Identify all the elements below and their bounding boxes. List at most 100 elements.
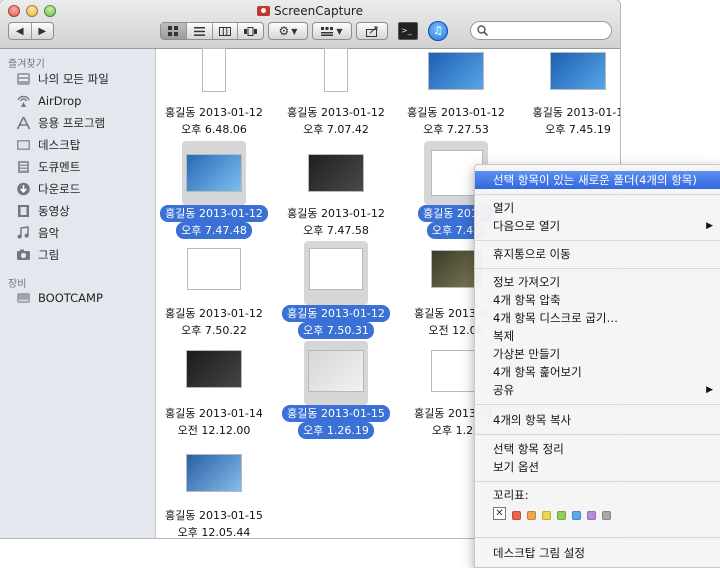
sidebar-item-bootcamp[interactable]: BOOTCAMP [16,288,103,308]
context-menu: 선택 항목이 있는 새로운 폴더(4개의 항목) 열기 다음으로 열기 ▶ 휴지통… [474,164,720,568]
menu-separator [475,537,720,538]
tag-blue[interactable] [572,511,581,520]
coverflow-view-icon [244,26,258,36]
chevron-down-icon: ▼ [291,26,298,36]
menu-item-get-info[interactable]: 정보 가져오기 [475,273,720,291]
terminal-app-icon[interactable]: >_ [398,22,418,40]
menu-item-quick-look[interactable]: 4개 항목 훑어보기 [475,363,720,381]
sidebar-item-label: 나의 모든 파일 [38,72,109,86]
forward-button[interactable]: ▶ [32,23,54,39]
column-view-button[interactable] [213,23,239,39]
sidebar-item-applications[interactable]: 응용 프로그램 [16,113,105,133]
tag-yellow[interactable] [542,511,551,520]
sidebar-item-label: 다운로드 [38,182,81,196]
sidebar: 즐겨찾기 나의 모든 파일 AirDrop 응용 프로그램 데스크탑 도큐멘트 … [0,49,156,538]
all-files-icon [16,72,31,86]
menu-item-set-desktop-picture[interactable]: 데스크탑 그림 설정 [475,544,720,562]
menu-item-share[interactable]: 공유 ▶ [475,381,720,399]
icon-view-button[interactable] [161,23,187,39]
desktop-icon [16,138,31,152]
file-thumbnail [187,155,241,191]
sidebar-item-desktop[interactable]: 데스크탑 [16,135,80,155]
sidebar-item-label: 그림 [38,248,60,262]
menu-item-compress[interactable]: 4개 항목 압축 [475,291,720,309]
file-caption: 홍길동 2013-01-15 오후 12.05.44 [165,509,263,538]
menu-tags-label: 꼬리표: [493,488,529,502]
file-caption: 홍길동 2013-01-12 오후 7.47.58 [287,207,385,237]
share-button[interactable] [356,22,388,40]
file-thumbnail [551,53,605,89]
menu-separator [475,194,720,195]
icon-view-icon [168,26,179,36]
sidebar-item-label: 데스크탑 [38,138,81,152]
sidebar-item-label: AirDrop [38,94,82,108]
menu-separator [475,481,720,482]
search-field[interactable] [470,21,612,40]
file-thumbnail [203,49,225,91]
menu-item-view-options[interactable]: 보기 옵션 [475,458,720,476]
menu-item-move-to-trash[interactable]: 휴지통으로 이동 [475,245,720,263]
list-view-button[interactable] [187,23,213,39]
sidebar-item-movies[interactable]: 동영상 [16,201,70,221]
itunes-app-icon[interactable]: ♫ [428,21,448,41]
menu-item-open-with[interactable]: 다음으로 열기 ▶ [475,217,720,235]
sidebar-item-airdrop[interactable]: AirDrop [16,91,81,111]
tag-green[interactable] [557,511,566,520]
applications-icon [16,116,31,130]
file-caption: 홍길동 2013-01-12 오후 6.48.06 [165,106,263,136]
file-caption: 홍길동 2013-01-14 오전 12.12.00 [165,407,263,437]
toolbar: ScreenCapture ◀ ▶ ⚙ ▼ ▼ >_ ♫ [0,0,620,49]
drive-icon [16,291,31,305]
downloads-icon [16,182,31,196]
action-menu-button[interactable]: ⚙ ▼ [268,22,308,40]
movies-icon [16,204,31,218]
arrange-menu-button[interactable]: ▼ [312,22,352,40]
sidebar-item-label: 응용 프로그램 [38,116,106,130]
file-caption: 홍길동 2013-01-12 오후 7.50.22 [165,307,263,337]
menu-separator [475,434,720,435]
file-caption: 홍길동 2013-01-15 오후 1.26.19 [276,405,396,439]
tag-none-button[interactable]: ✕ [493,507,506,520]
tag-red[interactable] [512,511,521,520]
menu-item-burn-to-disc[interactable]: 4개 항목 디스크로 굽기… [475,309,720,327]
column-view-icon [218,26,231,36]
menu-item-make-alias[interactable]: 가상본 만들기 [475,345,720,363]
sidebar-item-all-files[interactable]: 나의 모든 파일 [16,69,109,89]
file-thumbnail [310,249,362,289]
file-thumbnail [187,455,241,491]
tag-gray[interactable] [602,511,611,520]
arrange-grid-icon [321,26,334,36]
sidebar-item-music[interactable]: 음악 [16,223,59,243]
back-button[interactable]: ◀ [9,23,32,39]
search-icon [477,25,488,36]
menu-item-open[interactable]: 열기 [475,199,720,217]
sidebar-item-downloads[interactable]: 다운로드 [16,179,80,199]
sidebar-item-documents[interactable]: 도큐멘트 [16,157,80,177]
gear-icon: ⚙ [278,24,290,38]
sidebar-item-label: BOOTCAMP [38,291,103,305]
menu-item-new-folder-with-selection[interactable]: 선택 항목이 있는 새로운 폴더(4개의 항목) [475,171,720,189]
menu-item-copy-items[interactable]: 4개의 항목 복사 [475,411,720,429]
back-forward-buttons: ◀ ▶ [8,22,54,40]
sidebar-item-label: 도큐멘트 [38,160,81,174]
file-thumbnail [325,49,347,91]
airdrop-icon [16,94,31,108]
menu-separator [475,268,720,269]
window-title-bar: ScreenCapture [0,4,620,18]
file-caption: 홍길동 2013-01-12 오후 7.50.31 [276,305,396,339]
tag-purple[interactable] [587,511,596,520]
tag-orange[interactable] [527,511,536,520]
file-thumbnail [309,351,363,391]
music-icon [16,226,31,240]
menu-item-clean-up-selection[interactable]: 선택 항목 정리 [475,440,720,458]
window-title: ScreenCapture [274,4,363,18]
chevron-down-icon: ▼ [336,26,343,36]
menu-separator [475,404,720,405]
file-thumbnail [187,351,241,387]
documents-icon [16,160,31,174]
sidebar-item-pictures[interactable]: 그림 [16,245,59,265]
menu-item-duplicate[interactable]: 복제 [475,327,720,345]
sidebar-item-label: 동영상 [38,204,70,218]
coverflow-view-button[interactable] [238,23,263,39]
view-mode-segmented [160,22,264,40]
